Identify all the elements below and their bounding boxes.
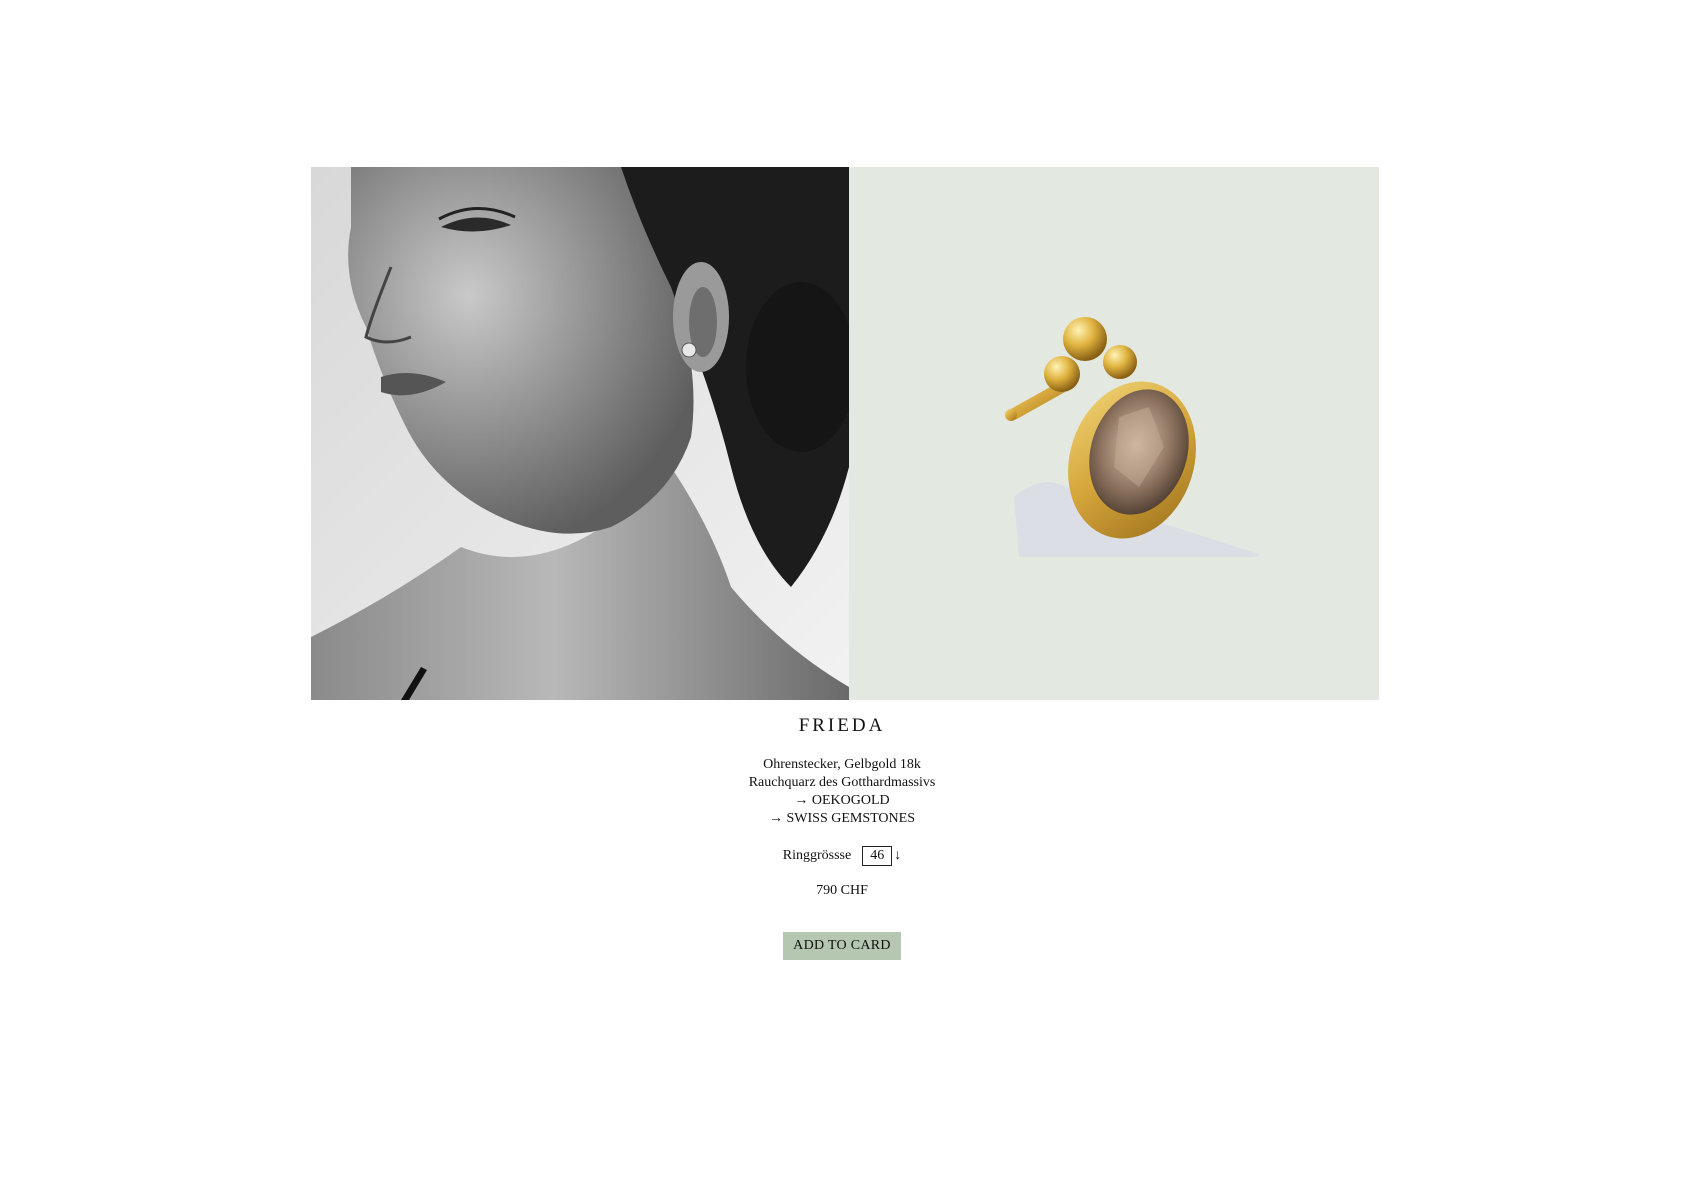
description-line-stone: Rauchquarz des Gotthardmassivs xyxy=(748,775,936,790)
size-label: Ringgrössse xyxy=(782,848,852,863)
product-gallery xyxy=(311,167,1379,700)
model-portrait-image xyxy=(311,167,849,700)
description-line-material: Ohrenstecker, Gelbgold 18k xyxy=(763,757,921,772)
add-to-card-button[interactable]: ADD TO CARD xyxy=(783,932,901,960)
swiss-gemstones-link[interactable]: → SWISS GEMSTONES xyxy=(0,810,1684,828)
earring-image xyxy=(849,167,1379,700)
model-photo xyxy=(311,167,849,700)
size-row: Ringgrössse 46 ↓ xyxy=(0,846,1684,866)
product-info: FRIEDA Ohrenstecker, Gelbgold 18k Rauchq… xyxy=(0,712,1684,960)
product-photo xyxy=(849,167,1379,700)
size-dropdown[interactable]: 46 ↓ xyxy=(862,846,901,866)
size-value[interactable]: 46 xyxy=(862,846,893,866)
arrow-down-icon[interactable]: ↓ xyxy=(894,846,901,866)
price: 790 CHF xyxy=(816,883,868,898)
product-name: FRIEDA xyxy=(798,715,886,736)
oekogold-link[interactable]: → OEKOGOLD xyxy=(0,792,1684,810)
product-description: Ohrenstecker, Gelbgold 18k Rauchquarz de… xyxy=(0,756,1684,828)
